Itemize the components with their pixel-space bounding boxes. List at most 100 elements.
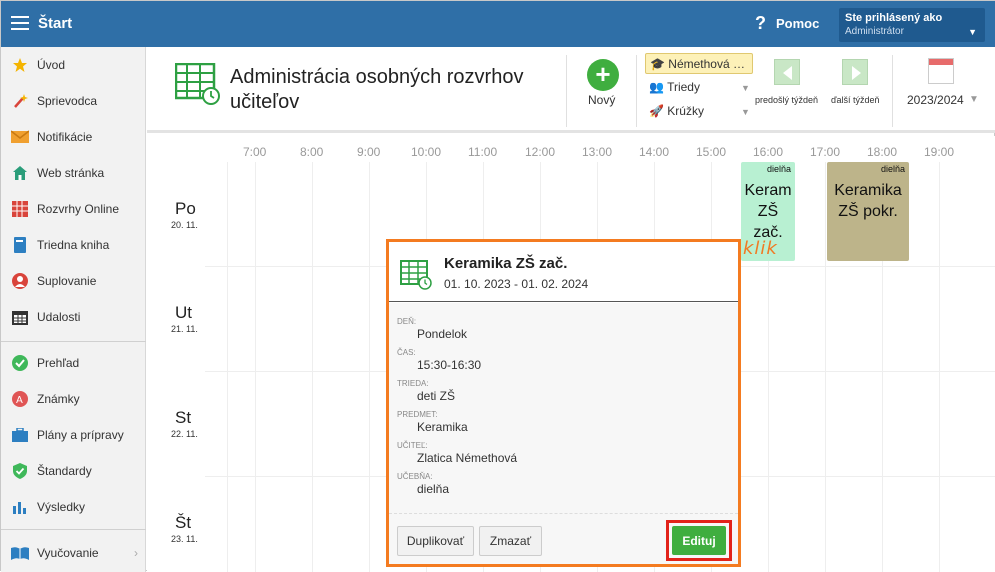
delete-button[interactable]: Zmazať (479, 526, 542, 556)
chevron-down-icon[interactable]: ▼ (969, 94, 979, 105)
grid-line (255, 162, 256, 572)
sidebar-item-label: Známky (37, 392, 80, 406)
duplicate-button[interactable]: Duplikovať (397, 526, 474, 556)
start-link[interactable]: Štart (38, 15, 72, 32)
hour-label: 7:00 (243, 145, 267, 159)
sidebar-item-vysledky[interactable]: Výsledky (1, 489, 146, 525)
clubs-filter[interactable]: 🚀 Krúžky (649, 104, 704, 118)
sidebar-item-label: Rozvrhy Online (37, 202, 120, 216)
day-name: Št (175, 513, 192, 532)
sidebar-item-prehlad[interactable]: Prehľad (1, 345, 146, 381)
popup-header: Keramika ZŠ zač. 01. 10. 2023 - 01. 02. … (389, 242, 738, 302)
hour-label: 18:00 (867, 145, 898, 159)
menu-icon[interactable] (11, 16, 29, 30)
sidebar-item-triedna-kniha[interactable]: Triedna kniha (1, 227, 146, 263)
calendar-icon[interactable] (928, 58, 954, 84)
page-header: Administrácia osobných rozvrhov učiteľov… (147, 47, 995, 133)
hour-label: 11:00 (468, 145, 498, 159)
bar-chart-icon (11, 498, 29, 516)
chevron-right-icon: › (134, 546, 138, 560)
popup-details: DEŇ: Pondelok ČAS: 15:30-16:30 TRIEDA: d… (389, 303, 738, 513)
grid-line (227, 162, 228, 572)
sidebar-item-sprievodca[interactable]: Sprievodca (1, 83, 146, 119)
teacher-filter-value: Némethová … (668, 57, 745, 71)
hour-label: 17:00 (810, 145, 841, 159)
help-link[interactable]: Pomoc (776, 16, 819, 31)
header-divider (636, 55, 637, 127)
prev-week-button[interactable] (774, 59, 800, 85)
sidebar-item-label: Výsledky (37, 500, 86, 514)
sidebar-item-suplovanie[interactable]: Suplovanie (1, 263, 146, 299)
hour-label: 14:00 (639, 145, 670, 159)
sidebar-item-label: Suplovanie (37, 274, 97, 288)
next-week-button[interactable] (842, 59, 868, 85)
sidebar-item-label: Sprievodca (37, 94, 98, 108)
user-menu[interactable]: Ste prihlásený ako Administrátor ▼ (839, 8, 985, 42)
field-value: Keramika (417, 420, 468, 434)
timetable-icon (174, 62, 221, 110)
lesson-room: dielňa (880, 164, 905, 174)
lesson-card[interactable]: dielňa Keramika ZŠ pokr. (827, 162, 909, 261)
sidebar-item-vyucovanie[interactable]: Vyučovanie › (1, 535, 146, 571)
popup-footer: Duplikovať Zmazať Edituj (389, 513, 738, 564)
star-icon (11, 56, 29, 74)
sidebar-item-label: Notifikácie (37, 130, 93, 144)
grid-line (369, 162, 370, 572)
user-role: Administrátor (845, 26, 904, 37)
sidebar-item-udalosti[interactable]: Udalosti (1, 299, 146, 335)
chevron-down-icon[interactable]: ▼ (741, 107, 750, 117)
day-date: 20. 11. (171, 220, 198, 230)
sidebar-item-label: Udalosti (37, 310, 81, 324)
prev-week-label[interactable]: predošlý týždeň (755, 95, 818, 105)
help-icon[interactable]: ? (755, 13, 766, 34)
sidebar-item-label: Úvod (37, 58, 66, 72)
field-label: UČITEĽ: (397, 441, 428, 450)
day-date: 21. 11. (171, 324, 198, 334)
popup-title: Keramika ZŠ zač. (444, 255, 568, 272)
add-new-button[interactable]: + (587, 59, 619, 91)
grid-line (825, 162, 826, 572)
hour-label: 16:00 (753, 145, 784, 159)
field-value: Zlatica Némethová (417, 451, 518, 465)
calendar-icon (11, 308, 29, 326)
edit-button[interactable]: Edituj (672, 526, 726, 555)
user-line-label: Ste prihlásený ako (845, 12, 943, 24)
header-divider (892, 55, 893, 127)
sidebar-item-web[interactable]: Web stránka (1, 155, 146, 191)
day-date: 22. 11. (171, 429, 198, 439)
add-new-label[interactable]: Nový (588, 93, 615, 107)
sidebar-item-label: Prehľad (37, 356, 80, 370)
hour-label: 10:00 (411, 145, 442, 159)
day-name: Po (175, 199, 196, 218)
timetable-icon (400, 260, 432, 295)
field-label: TRIEDA: (397, 379, 429, 388)
sidebar-item-notifikacie[interactable]: Notifikácie (1, 119, 146, 155)
grid-icon (11, 200, 29, 218)
sidebar-item-label: Štandardy (37, 464, 92, 478)
magic-wand-icon (11, 92, 29, 110)
sidebar-item-uvod[interactable]: Úvod (1, 47, 146, 83)
header-divider (566, 55, 567, 127)
sidebar-item-rozvrhy[interactable]: Rozvrhy Online (1, 191, 146, 227)
chevron-down-icon[interactable]: ▼ (741, 83, 750, 93)
lesson-name: Keramika ZŠ pokr. (834, 182, 902, 220)
sidebar-item-label: Triedna kniha (37, 238, 110, 252)
next-week-label[interactable]: ďalší týždeň (831, 95, 880, 105)
classes-filter[interactable]: 👥 Triedy (649, 80, 700, 94)
clubs-filter-label: Krúžky (667, 104, 704, 118)
school-year-select[interactable]: 2023/2024 (907, 93, 964, 107)
teacher-filter[interactable]: 🎓 Némethová … (645, 53, 753, 74)
sidebar-item-label: Plány a prípravy (37, 428, 124, 442)
sidebar-item-standardy[interactable]: Štandardy (1, 453, 146, 489)
field-label: UČEBŇA: (397, 472, 433, 481)
edit-highlight: Edituj (666, 520, 732, 561)
sidebar-item-plany[interactable]: Plány a prípravy (1, 417, 146, 453)
hour-label: 15:00 (696, 145, 727, 159)
grid-line (939, 162, 940, 572)
click-annotation: klik (743, 238, 778, 259)
sidebar-divider (1, 341, 146, 342)
shield-check-icon (11, 462, 29, 480)
sidebar-item-znamky[interactable]: A Známky (1, 381, 146, 417)
chevron-down-icon: ▼ (968, 27, 977, 37)
svg-text:A: A (16, 395, 23, 406)
